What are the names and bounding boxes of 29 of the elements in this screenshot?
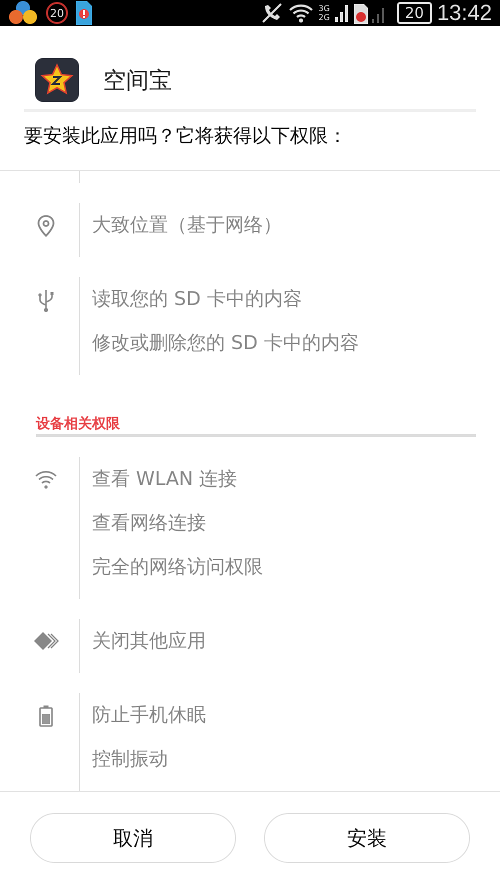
- install-prompt: 要安装此应用吗？它将获得以下权限：: [23, 124, 348, 149]
- permission-text: 查看 WLAN 连接: [92, 467, 238, 492]
- permission-text: 修改或删除您的 SD 卡中的内容: [92, 331, 360, 356]
- permission-text: 防止手机休眠: [92, 703, 207, 728]
- app-icon: [35, 58, 79, 102]
- signal-bars-icon: [334, 3, 349, 23]
- dialog-button[interactable]: 安装: [264, 813, 470, 863]
- app-name: 空间宝: [103, 66, 172, 96]
- permission-text: 完全的网络访问权限: [92, 555, 264, 580]
- location-pin-icon: [36, 215, 54, 237]
- muted-phone-icon: [260, 2, 283, 24]
- usb-icon: [38, 289, 54, 313]
- section-heading: 设备相关权限: [36, 415, 476, 437]
- network-type-label: 2G: [318, 13, 330, 22]
- battery-level: 20: [396, 2, 432, 24]
- wifi-signal-icon: [288, 3, 314, 23]
- cloud-app-icon: [8, 0, 38, 26]
- permission-text: 关闭其他应用: [92, 629, 207, 654]
- permission-text: 读取您的 SD 卡中的内容: [92, 287, 303, 312]
- wifi-icon: [34, 469, 58, 489]
- notification-count: 20: [46, 2, 68, 24]
- permission-text: 大致位置（基于网络）: [92, 213, 283, 238]
- dialog-button[interactable]: 取消: [30, 813, 236, 863]
- clock-time: 13:42: [436, 0, 492, 26]
- permission-text: 控制振动: [92, 747, 169, 772]
- network-type-label: 3G: [318, 4, 330, 13]
- battery-icon: [38, 705, 52, 727]
- permission-text: 查看网络连接: [92, 511, 207, 536]
- stacked-diamonds-icon: [32, 631, 58, 651]
